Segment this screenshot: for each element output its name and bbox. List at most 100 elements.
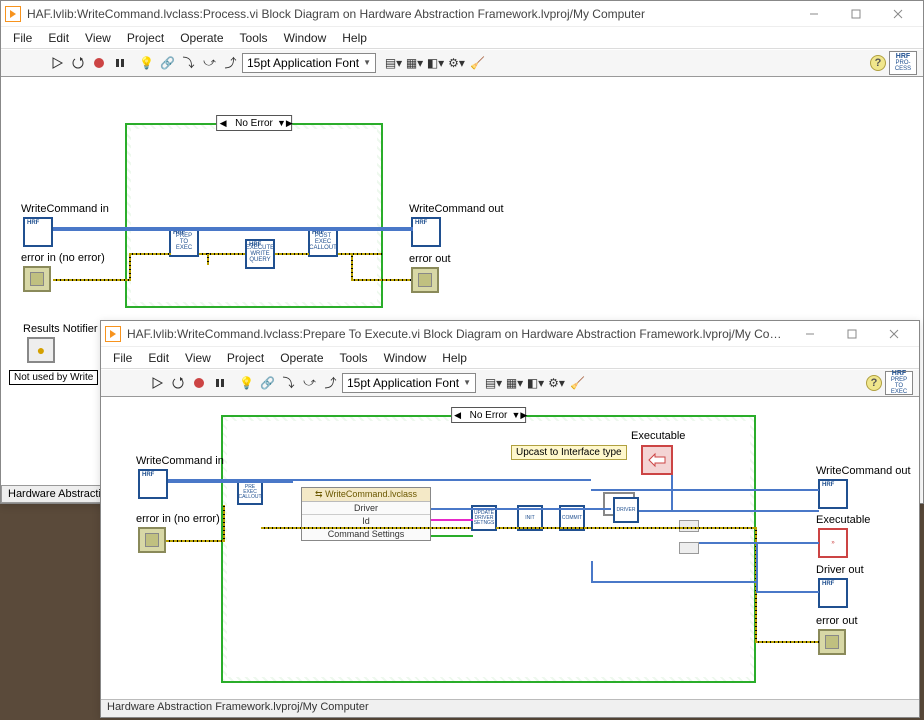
reorder-button[interactable]: ⚙▾ <box>447 53 466 72</box>
menu-view[interactable]: View <box>77 27 119 48</box>
terminal-results-notifier[interactable]: ● <box>27 337 55 363</box>
menu-edit[interactable]: Edit <box>140 347 177 368</box>
highlight-exec-button[interactable]: 💡 <box>137 53 156 72</box>
menu-file[interactable]: File <box>105 347 140 368</box>
abort-button[interactable] <box>89 53 108 72</box>
close-button[interactable] <box>877 2 919 26</box>
window-prepare-to-execute-vi: HAF.lvlib:WriteCommand.lvclass:Prepare T… <box>100 320 920 718</box>
context-help-icon[interactable]: ? <box>866 375 882 391</box>
highlight-exec-button[interactable]: 💡 <box>237 373 256 392</box>
menu-project[interactable]: Project <box>119 27 172 48</box>
comment-upcast: Upcast to Interface type <box>511 445 627 460</box>
run-continuously-button[interactable] <box>68 53 87 72</box>
reorder-button[interactable]: ⚙▾ <box>547 373 566 392</box>
distribute-button[interactable]: ▦▾ <box>505 373 524 392</box>
merge-errors[interactable] <box>679 520 699 532</box>
wire-driver <box>431 508 611 510</box>
merge-errors-2[interactable] <box>679 542 699 554</box>
menu-help[interactable]: Help <box>334 27 375 48</box>
terminal-driver-out[interactable] <box>818 578 848 608</box>
terminal-executable-out[interactable]: » <box>818 528 848 558</box>
case-next-icon[interactable]: ▼▶ <box>513 410 525 421</box>
toolbar: 💡 🔗 ⤵ ⤻ ⤴ 15pt Application Font ▼ ▤▾ ▦▾ … <box>1 49 923 77</box>
menu-file[interactable]: File <box>5 27 40 48</box>
unbundle-by-name[interactable]: ⇆ WriteCommand.lvclass Driver Id Command… <box>301 487 431 541</box>
menu-edit[interactable]: Edit <box>40 27 77 48</box>
terminal-error-in[interactable] <box>23 266 51 292</box>
terminal-writecommand-in[interactable] <box>138 469 168 499</box>
step-over-button[interactable]: ⤻ <box>200 53 219 72</box>
block-diagram-canvas[interactable]: ◀ No Error ▼▶ WriteCommand in error in (… <box>101 397 919 699</box>
resize-button[interactable]: ◧▾ <box>526 373 545 392</box>
align-button[interactable]: ▤▾ <box>384 53 403 72</box>
vi-icon-badge[interactable]: HRF PREP TO EXEC <box>885 371 913 395</box>
menu-help[interactable]: Help <box>434 347 475 368</box>
statusbar: Hardware Abstraction Framework.lvproj/My… <box>101 699 919 717</box>
step-over-button[interactable]: ⤻ <box>300 373 319 392</box>
pause-button[interactable] <box>210 373 229 392</box>
chevron-down-icon: ▼ <box>363 58 371 67</box>
subvi-driver[interactable]: DRIVER <box>613 497 639 523</box>
step-out-button[interactable]: ⤴ <box>321 373 340 392</box>
font-selector[interactable]: 15pt Application Font ▼ <box>242 53 376 73</box>
class-constant-executable[interactable] <box>641 445 673 475</box>
unbundle-row-driver[interactable]: Driver <box>302 502 430 515</box>
context-help-icon[interactable]: ? <box>870 55 886 71</box>
distribute-button[interactable]: ▦▾ <box>405 53 424 72</box>
maximize-button[interactable] <box>831 322 873 346</box>
terminal-writecommand-out[interactable] <box>411 217 441 247</box>
resize-button[interactable]: ◧▾ <box>426 53 445 72</box>
retain-wire-values-button[interactable]: 🔗 <box>158 53 177 72</box>
menu-operate[interactable]: Operate <box>172 27 231 48</box>
retain-wire-values-button[interactable]: 🔗 <box>258 373 277 392</box>
step-into-button[interactable]: ⤵ <box>279 373 298 392</box>
subvi-post-exec-callout[interactable]: POST EXEC CALLOUT <box>308 227 338 257</box>
abort-button[interactable] <box>189 373 208 392</box>
run-continuously-button[interactable] <box>168 373 187 392</box>
font-selector[interactable]: 15pt Application Font ▼ <box>342 373 476 393</box>
step-out-button[interactable]: ⤴ <box>221 53 240 72</box>
menu-window[interactable]: Window <box>376 347 435 368</box>
menu-project[interactable]: Project <box>219 347 272 368</box>
titlebar[interactable]: HAF.lvlib:WriteCommand.lvclass:Process.v… <box>1 1 923 27</box>
vi-icon-badge[interactable]: HRF PRO- CESS <box>889 51 917 75</box>
menu-tools[interactable]: Tools <box>332 347 376 368</box>
menu-window[interactable]: Window <box>276 27 335 48</box>
terminal-writecommand-in[interactable] <box>23 217 53 247</box>
case-next-icon[interactable]: ▼▶ <box>279 118 291 129</box>
wire-driver-out <box>639 510 819 512</box>
titlebar[interactable]: HAF.lvlib:WriteCommand.lvclass:Prepare T… <box>101 321 919 347</box>
case-selector[interactable]: ◀ No Error ▼▶ <box>216 115 292 131</box>
run-button[interactable] <box>147 373 166 392</box>
terminal-error-out[interactable] <box>818 629 846 655</box>
minimize-button[interactable] <box>789 322 831 346</box>
maximize-button[interactable] <box>835 2 877 26</box>
terminal-error-out[interactable] <box>411 267 439 293</box>
cleanup-button[interactable]: 🧹 <box>568 373 587 392</box>
label-writecommand-out: WriteCommand out <box>816 465 911 477</box>
case-structure[interactable]: ◀ No Error ▼▶ <box>221 415 756 683</box>
menu-view[interactable]: View <box>177 347 219 368</box>
menu-tools[interactable]: Tools <box>232 27 276 48</box>
case-prev-icon[interactable]: ◀ <box>452 410 464 421</box>
close-button[interactable] <box>873 322 915 346</box>
cleanup-button[interactable]: 🧹 <box>468 53 487 72</box>
minimize-button[interactable] <box>793 2 835 26</box>
terminal-error-in[interactable] <box>138 527 166 553</box>
case-structure[interactable]: ◀ No Error ▼▶ <box>125 123 383 308</box>
app-icon <box>5 6 21 22</box>
align-button[interactable]: ▤▾ <box>484 373 503 392</box>
terminal-writecommand-out[interactable] <box>818 479 848 509</box>
subvi-execute-write-query[interactable]: EXECUTE WRITE QUERY <box>245 239 275 269</box>
run-button[interactable] <box>47 53 66 72</box>
case-prev-icon[interactable]: ◀ <box>217 118 229 129</box>
label-executable-out: Executable <box>816 514 870 526</box>
pause-button[interactable] <box>110 53 129 72</box>
menu-operate[interactable]: Operate <box>272 347 331 368</box>
step-into-button[interactable]: ⤵ <box>179 53 198 72</box>
unbundle-row-command-settings[interactable]: Command Settings <box>302 528 430 540</box>
subvi-prep-to-exec[interactable]: PREP TO EXEC <box>169 227 199 257</box>
wire-class-mid <box>291 479 591 481</box>
font-label: 15pt Application Font <box>347 376 459 390</box>
case-selector[interactable]: ◀ No Error ▼▶ <box>451 407 527 423</box>
